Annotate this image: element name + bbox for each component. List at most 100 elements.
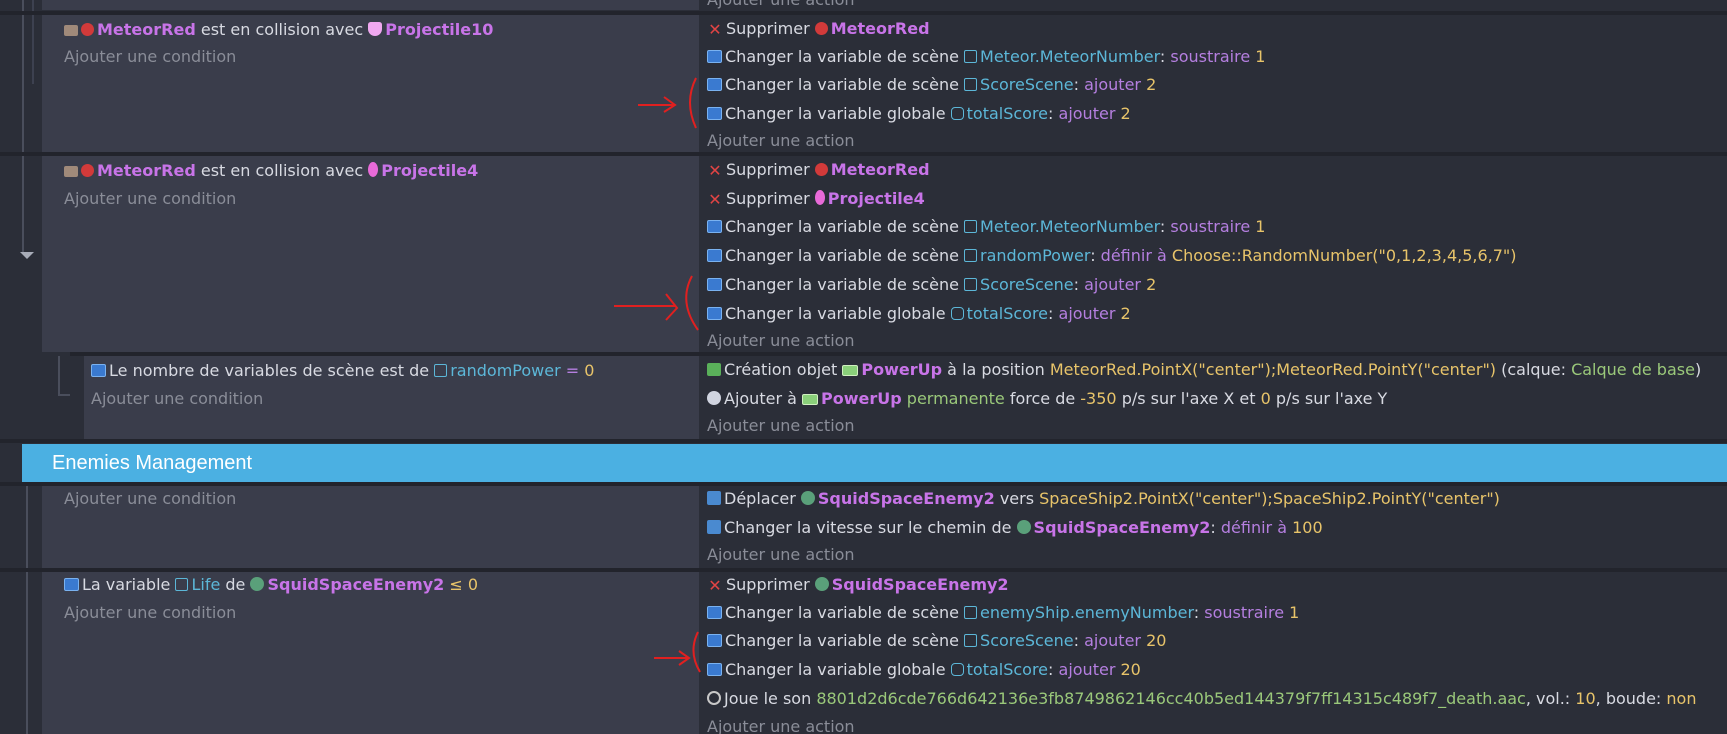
object-name: Projectile10 [385, 20, 494, 39]
action-path-speed[interactable]: Changer la vitesse sur le chemin de Squi… [707, 514, 1323, 542]
object-name: SquidSpaceEnemy2 [1033, 518, 1211, 537]
add-action-link[interactable]: Ajouter une action [707, 713, 855, 734]
action-verb: Création objet [724, 360, 838, 379]
global-variable-icon [950, 107, 964, 120]
force-icon [707, 391, 721, 405]
variable-name: randomPower [450, 361, 561, 380]
scene-variable-icon [964, 249, 978, 262]
action-scene-variable[interactable]: Changer la variable de scène ScoreScene:… [707, 71, 1156, 99]
action-delete[interactable]: ✕ Supprimer MeteorRed [707, 156, 929, 184]
variable-icon [707, 220, 722, 233]
action-text: , boude: [1595, 689, 1662, 708]
action-scene-variable[interactable]: Changer la variable de scène Meteor.Mete… [707, 43, 1265, 71]
add-condition-link[interactable]: Ajouter une condition [64, 185, 236, 213]
value: 2 [1120, 104, 1131, 123]
operator: = [565, 361, 580, 380]
action-text: p/s sur l'axe X et [1121, 389, 1256, 408]
action-play-sound[interactable]: Joue le son 8801d2d6cde766d642136e3fb874… [707, 685, 1696, 713]
variable-name: Meteor.MeteorNumber [980, 217, 1160, 236]
action-scene-variable[interactable]: Changer la variable de scène enemyShip.e… [707, 599, 1299, 627]
variable-name: enemyShip.enemyNumber [980, 603, 1194, 622]
variable-icon [707, 606, 722, 619]
action-text: ) [1694, 360, 1702, 379]
variable-icon [91, 364, 106, 377]
event-condition-area[interactable] [42, 0, 699, 10]
object-name: SquidSpaceEnemy2 [817, 489, 995, 508]
add-condition-link[interactable]: Ajouter une condition [64, 599, 236, 627]
variable-icon [707, 78, 722, 91]
action-verb: Changer la variable globale [725, 104, 946, 123]
tree-line [22, 0, 24, 252]
action-verb: Ajouter à [724, 389, 797, 408]
action-text: à la position [947, 360, 1045, 379]
squid-enemy-icon [250, 577, 265, 591]
operator: soustraire [1204, 603, 1285, 622]
create-object-icon [707, 363, 721, 376]
object-name: Projectile4 [827, 189, 925, 208]
object-name: SquidSpaceEnemy2 [267, 575, 445, 594]
action-text: p/s sur l'axe Y [1275, 389, 1388, 408]
action-create-object[interactable]: Création objet PowerUp à la position Met… [707, 356, 1701, 384]
scene-variable-icon [964, 78, 978, 91]
condition-collision[interactable]: MeteorRed est en collision avec Projecti… [64, 16, 493, 44]
collision-icon [64, 25, 78, 36]
operator: soustraire [1170, 47, 1251, 66]
action-scene-variable[interactable]: Changer la variable de scène Meteor.Mete… [707, 213, 1265, 241]
collapse-arrow-icon[interactable] [20, 252, 34, 259]
expression: MeteorRed.PointX("center");MeteorRed.Poi… [1049, 360, 1497, 379]
add-condition-link[interactable]: Ajouter une condition [64, 485, 236, 513]
expression: Choose::RandomNumber("0,1,2,3,4,5,6,7") [1171, 246, 1517, 265]
operator: ajouter [1058, 660, 1116, 679]
operator: définir à [1100, 246, 1167, 265]
operator: ajouter [1084, 275, 1141, 294]
condition-scene-variable[interactable]: Le nombre de variables de scène est de r… [91, 357, 594, 385]
add-condition-link[interactable]: Ajouter une condition [91, 385, 263, 413]
action-verb: Changer la variable de scène [725, 217, 959, 236]
sound-icon [707, 691, 721, 705]
operator: définir à [1220, 518, 1287, 537]
action-global-variable[interactable]: Changer la variable globale totalScore: … [707, 656, 1141, 684]
group-enemies-management[interactable]: Enemies Management [16, 444, 1727, 482]
variable-name: Life [191, 575, 221, 594]
action-scene-variable[interactable]: Changer la variable de scène ScoreScene:… [707, 271, 1156, 299]
add-condition-link[interactable]: Ajouter une condition [64, 43, 236, 71]
squid-enemy-icon [1016, 520, 1031, 534]
scene-variable-icon [964, 606, 978, 619]
action-scene-variable[interactable]: Changer la variable de scène ScoreScene:… [707, 627, 1166, 655]
action-text: (calque: [1501, 360, 1566, 379]
condition-text: Le nombre de variables de scène est de [109, 361, 430, 380]
object-name: MeteorRed [97, 20, 196, 39]
value: non [1666, 689, 1697, 708]
object-name: PowerUp [861, 360, 943, 379]
object-name: Projectile4 [381, 161, 479, 180]
squid-enemy-icon [800, 491, 815, 505]
add-action-link[interactable]: Ajouter une action [707, 541, 855, 569]
tree-line [26, 486, 28, 734]
variable-name: ScoreScene [980, 75, 1074, 94]
action-verb: Supprimer [726, 19, 810, 38]
group-handle[interactable] [12, 444, 22, 482]
condition-object-variable[interactable]: La variable Life de SquidSpaceEnemy2 ≤ 0 [64, 571, 478, 599]
action-delete[interactable]: ✕ Supprimer MeteorRed [707, 15, 929, 43]
object-variable-icon [175, 578, 189, 591]
action-delete[interactable]: ✕ Supprimer SquidSpaceEnemy2 [707, 571, 1008, 599]
action-verb: Changer la variable de scène [725, 75, 959, 94]
value: -350 [1080, 389, 1117, 408]
action-scene-variable[interactable]: Changer la variable de scène randomPower… [707, 242, 1517, 270]
action-text: : [1210, 518, 1216, 537]
projectile-icon [368, 162, 379, 177]
action-move[interactable]: Déplacer SquidSpaceEnemy2 vers SpaceShip… [707, 485, 1500, 513]
add-action-link[interactable]: Ajouter une action [707, 412, 855, 440]
action-global-variable[interactable]: Changer la variable globale totalScore: … [707, 300, 1131, 328]
action-add-force[interactable]: Ajouter à PowerUp permanente force de -3… [707, 385, 1387, 413]
variable-icon [707, 634, 722, 647]
event-action-area[interactable] [701, 0, 1727, 10]
add-action-link[interactable]: Ajouter une action [707, 327, 855, 355]
condition-collision[interactable]: MeteorRed est en collision avec Projecti… [64, 157, 478, 185]
add-action-link[interactable]: Ajouter une action [707, 127, 855, 155]
scene-variable-icon [964, 220, 978, 233]
scene-variable-icon [964, 634, 978, 647]
action-delete[interactable]: ✕ Supprimer Projectile4 [707, 185, 925, 213]
delete-icon: ✕ [708, 20, 722, 39]
action-global-variable[interactable]: Changer la variable globale totalScore: … [707, 100, 1131, 128]
